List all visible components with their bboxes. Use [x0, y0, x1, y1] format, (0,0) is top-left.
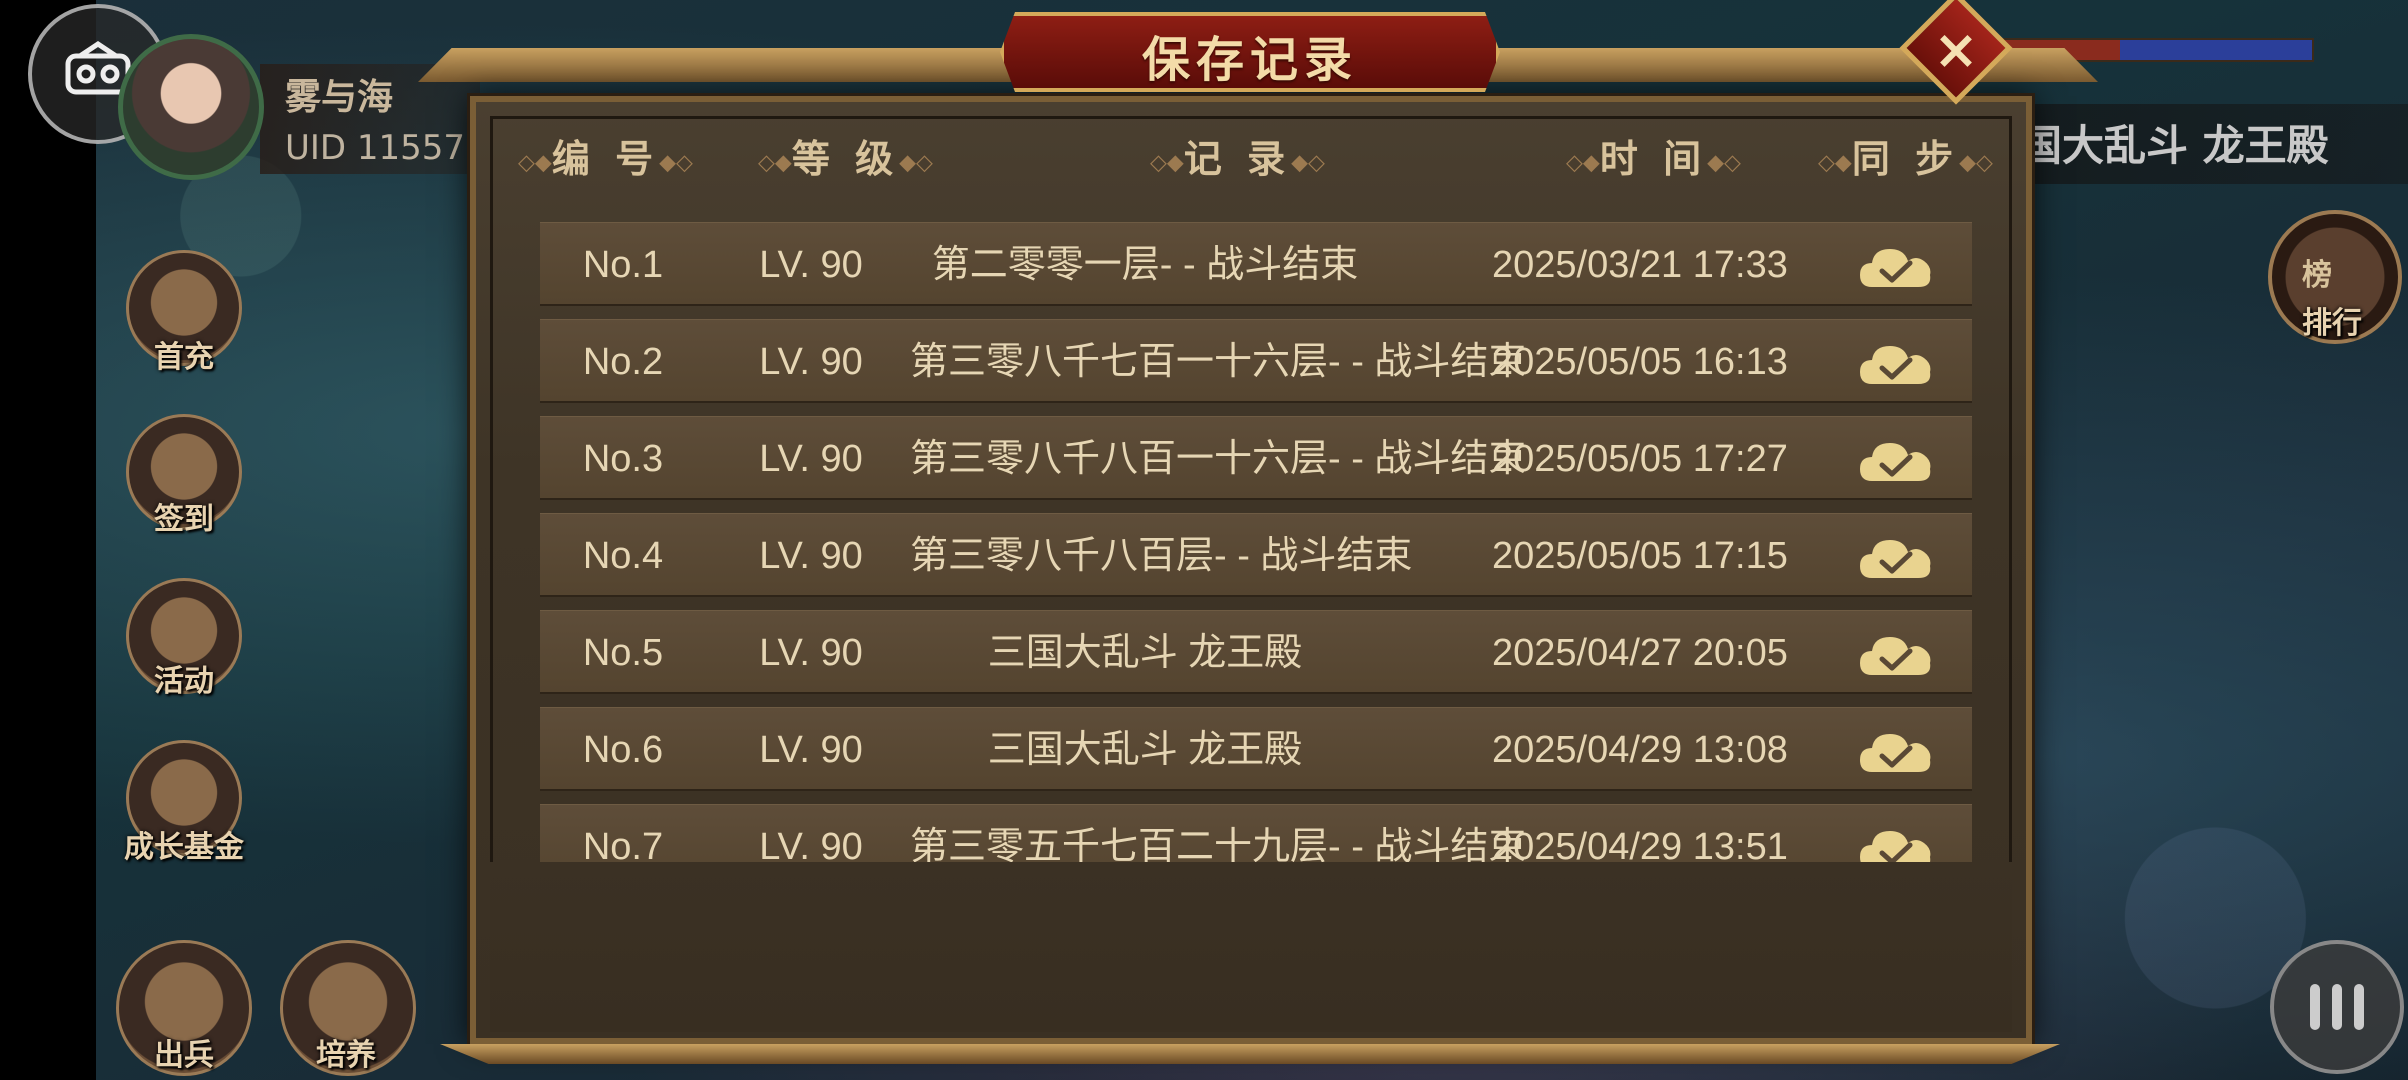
screen-edge	[0, 0, 96, 1080]
stage-banner-text: 国大乱斗 龙王殿	[2020, 121, 2329, 170]
record-number: No.7	[582, 826, 664, 862]
record-title: 第三零八千八百层- - 战斗结束	[910, 535, 1413, 577]
record-time: 2025/05/05 17:15	[1492, 535, 1788, 577]
cloud-check-icon[interactable]	[1858, 433, 1934, 485]
menu-icon	[2310, 984, 2364, 1030]
record-time: 2025/05/05 17:27	[1492, 438, 1788, 480]
record-number: No.5	[582, 632, 664, 674]
table-row[interactable]: No.4 LV. 90 第三零八千八百层- - 战斗结束 2025/05/05 17:…	[540, 513, 1972, 597]
record-time: 2025/03/21 17:33	[1492, 244, 1788, 286]
record-level: LV. 90	[759, 729, 863, 771]
table-row[interactable]: No.3 LV. 90 第三零八千八百一十六层- - 战斗结束 2025/05/05 …	[540, 416, 1972, 500]
record-time: 2025/04/27 20:05	[1492, 632, 1788, 674]
record-time: 2025/04/29 13:08	[1492, 729, 1788, 771]
record-list[interactable]: No.1 LV. 90 第二零零一层- - 战斗结束 2025/03/21 17:33…	[540, 222, 1972, 862]
dialog-title: 保存记录	[1141, 32, 1358, 88]
cloud-check-icon[interactable]	[1858, 724, 1934, 776]
cloud-check-icon[interactable]	[1858, 821, 1934, 862]
cloud-check-icon[interactable]	[1858, 336, 1934, 388]
record-level: LV. 90	[759, 535, 863, 577]
growth-fund-label: 成长基金	[124, 830, 244, 865]
table-row[interactable]: No.2 LV. 90 第三零八千七百一十六层- - 战斗结束 2025/05/05 …	[540, 319, 1972, 403]
header-sync: ◇◆同 步◆◇	[1818, 136, 1993, 181]
events-label: 活动	[154, 664, 214, 699]
record-number: No.4	[582, 535, 664, 577]
record-title: 第三零八千七百一十六层- - 战斗结束	[910, 341, 1527, 383]
ranking-badge-icon: 榜	[2302, 258, 2332, 293]
record-number: No.3	[582, 438, 664, 480]
record-title: 第三零五千七百二十九层- - 战斗结束	[910, 826, 1527, 862]
player-uid: UID 115571	[285, 128, 487, 168]
player-name: 雾与海	[285, 77, 394, 118]
record-time: 2025/05/05 16:13	[1492, 341, 1788, 383]
deploy-label: 出兵	[154, 1038, 214, 1073]
avatar[interactable]	[118, 34, 264, 180]
train-label: 培养	[316, 1038, 376, 1073]
cloud-check-icon[interactable]	[1858, 627, 1934, 679]
table-row[interactable]: No.6 LV. 90 三国大乱斗 龙王殿 2025/04/29 13:08	[540, 707, 1972, 791]
header-level: ◇◆等 级◆◇	[758, 136, 933, 181]
record-title: 三国大乱斗 龙王殿	[987, 632, 1303, 674]
table-row[interactable]: No.1 LV. 90 第二零零一层- - 战斗结束 2025/03/21 17:33	[540, 222, 1972, 306]
ranking-label: 排行	[2302, 306, 2362, 341]
first-recharge-label: 首充	[154, 340, 214, 375]
record-number: No.6	[582, 729, 664, 771]
cloud-check-icon[interactable]	[1858, 530, 1934, 582]
record-level: LV. 90	[759, 632, 863, 674]
header-no: ◇◆编 号◆◇	[518, 136, 693, 181]
table-row[interactable]: No.7 LV. 90 第三零五千七百二十九层- - 战斗结束 2025/04/29 …	[540, 804, 1972, 862]
header-time: ◇◆时 间◆◇	[1566, 136, 1741, 181]
record-level: LV. 90	[759, 826, 863, 862]
dialog-empty-area	[490, 862, 2012, 1032]
cloud-check-icon[interactable]	[1858, 239, 1934, 291]
dialog-frame-bottom	[440, 1044, 2060, 1064]
record-title: 第三零八千八百一十六层- - 战斗结束	[910, 438, 1527, 480]
record-level: LV. 90	[759, 341, 863, 383]
record-time: 2025/04/29 13:51	[1492, 826, 1788, 862]
record-number: No.2	[582, 341, 664, 383]
record-number: No.1	[582, 244, 664, 286]
header-record: ◇◆记 录◆◇	[1150, 136, 1325, 181]
sign-in-label: 签到	[154, 502, 214, 537]
close-icon[interactable]: ×	[1916, 10, 1996, 90]
record-title: 第二零零一层- - 战斗结束	[931, 244, 1359, 286]
table-row[interactable]: No.5 LV. 90 三国大乱斗 龙王殿 2025/04/27 20:05	[540, 610, 1972, 694]
record-level: LV. 90	[759, 438, 863, 480]
menu-icon[interactable]	[2270, 940, 2404, 1074]
record-title: 三国大乱斗 龙王殿	[987, 729, 1303, 771]
record-level: LV. 90	[759, 244, 863, 286]
